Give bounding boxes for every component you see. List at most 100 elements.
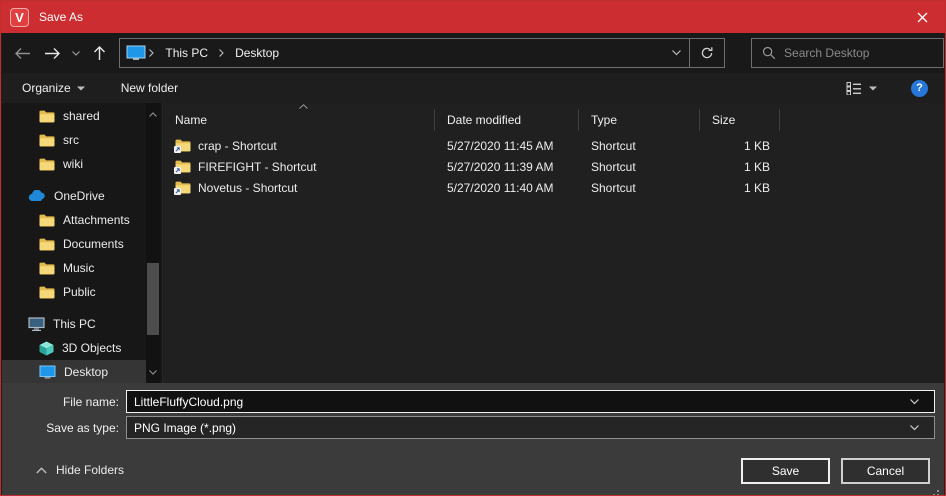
folder-icon [39, 158, 55, 171]
sidebar-item-label: shared [63, 109, 100, 123]
file-list: Name Date modified Type Size crap - Shor… [162, 103, 944, 383]
scrollbar-thumb[interactable] [147, 263, 159, 335]
column-header-type[interactable]: Type [579, 109, 700, 131]
folder-shortcut-icon [175, 181, 191, 194]
sidebar-item-label: Music [63, 261, 94, 275]
file-name-label: File name: [2, 395, 126, 409]
breadcrumb-this-pc[interactable]: This PC [161, 46, 212, 60]
folder-icon [39, 110, 55, 123]
hide-folders-label: Hide Folders [56, 463, 124, 477]
scroll-up-icon[interactable] [146, 107, 160, 121]
sidebar-item-this-pc[interactable]: This PC [2, 312, 148, 336]
resize-grip[interactable] [937, 490, 939, 492]
chevron-down-icon [672, 50, 681, 56]
save-button[interactable]: Save [741, 458, 830, 484]
cancel-button[interactable]: Cancel [841, 458, 930, 484]
sort-ascending-icon [299, 104, 308, 109]
file-date-modified: 5/27/2020 11:39 AM [435, 160, 579, 174]
details-view-icon [846, 82, 862, 95]
help-button[interactable]: ? [911, 80, 928, 97]
sidebar-item-desktop[interactable]: Desktop [2, 360, 148, 383]
sidebar-item-music[interactable]: Music [2, 256, 148, 280]
vivaldi-app-icon: V [10, 8, 29, 27]
file-row[interactable]: Novetus - Shortcut 5/27/2020 11:40 AM Sh… [163, 177, 944, 198]
search-input[interactable] [784, 46, 934, 60]
file-row[interactable]: FIREFIGHT - Shortcut 5/27/2020 11:39 AM … [163, 156, 944, 177]
sidebar-item-label: Desktop [64, 365, 108, 379]
desktop-location-icon [126, 45, 146, 61]
address-bar[interactable]: This PC Desktop [119, 38, 725, 68]
sidebar-item-src[interactable]: src [2, 128, 148, 152]
sidebar-item-label: Public [63, 285, 96, 299]
new-folder-button[interactable]: New folder [111, 73, 188, 103]
sidebar-item-wiki[interactable]: wiki [2, 152, 148, 176]
scroll-down-icon[interactable] [146, 365, 160, 379]
save-as-type-value: PNG Image (*.png) [134, 421, 236, 435]
save-as-type-select[interactable]: PNG Image (*.png) [126, 416, 935, 439]
window-title: Save As [39, 10, 83, 24]
save-as-type-label: Save as type: [2, 421, 126, 435]
command-toolbar: Organize New folder [2, 73, 944, 103]
file-name: crap - Shortcut [198, 139, 277, 153]
file-name: FIREFIGHT - Shortcut [198, 160, 316, 174]
sidebar-item-label: 3D Objects [62, 341, 121, 355]
search-icon [762, 46, 776, 60]
folder-icon [39, 238, 55, 251]
column-header-size[interactable]: Size [700, 109, 780, 131]
save-as-dialog: V Save As [0, 0, 946, 496]
file-size: 1 KB [700, 139, 780, 153]
titlebar: V Save As [1, 1, 945, 33]
sidebar-item-label: src [63, 133, 79, 147]
folder-icon [39, 134, 55, 147]
search-box[interactable] [751, 38, 944, 68]
file-row[interactable]: crap - Shortcut 5/27/2020 11:45 AM Short… [163, 135, 944, 156]
breadcrumb-desktop[interactable]: Desktop [231, 46, 283, 60]
sidebar-item-onedrive[interactable]: OneDrive [2, 184, 148, 208]
navigation-pane: shared src wiki OneDrive [2, 103, 162, 383]
file-type: Shortcut [579, 181, 700, 195]
recent-locations-button[interactable] [68, 38, 84, 68]
folder-shortcut-icon [175, 160, 191, 173]
chevron-up-icon [36, 467, 47, 474]
up-button[interactable] [84, 38, 116, 68]
dropdown-arrow-icon [77, 86, 85, 91]
organize-button[interactable]: Organize [12, 73, 95, 103]
sidebar-item-documents[interactable]: Documents [2, 232, 148, 256]
column-header-name[interactable]: Name [163, 109, 435, 131]
column-header-date-modified[interactable]: Date modified [435, 109, 579, 131]
sidebar-item-shared[interactable]: shared [2, 104, 148, 128]
sidebar-item-label: Documents [63, 237, 124, 251]
file-date-modified: 5/27/2020 11:45 AM [435, 139, 579, 153]
folder-shortcut-icon [175, 139, 191, 152]
arrow-up-icon [93, 45, 106, 61]
breadcrumb-separator-icon [146, 49, 157, 57]
sidebar-item-3d-objects[interactable]: 3D Objects [2, 336, 148, 360]
file-size: 1 KB [700, 160, 780, 174]
refresh-button[interactable] [690, 39, 724, 67]
sidebar-item-label: Attachments [63, 213, 130, 227]
arrow-right-icon [44, 47, 61, 60]
hide-folders-button[interactable]: Hide Folders [36, 463, 124, 477]
sidebar-item-attachments[interactable]: Attachments [2, 208, 148, 232]
forward-button[interactable] [38, 38, 68, 68]
refresh-icon [700, 46, 714, 60]
organize-label: Organize [22, 81, 71, 95]
file-date-modified: 5/27/2020 11:40 AM [435, 181, 579, 195]
main-area: shared src wiki OneDrive [2, 103, 944, 383]
sidebar-scrollbar[interactable] [146, 103, 160, 383]
new-folder-label: New folder [121, 81, 178, 95]
dropdown-arrow-icon [869, 86, 877, 91]
change-view-button[interactable] [840, 82, 883, 95]
address-dropdown-button[interactable] [663, 39, 689, 67]
file-type: Shortcut [579, 160, 700, 174]
file-type: Shortcut [579, 139, 700, 153]
sidebar-item-public[interactable]: Public [2, 280, 148, 304]
file-name-input[interactable] [126, 390, 935, 413]
back-button[interactable] [8, 38, 38, 68]
folder-icon [39, 214, 55, 227]
close-button[interactable] [899, 1, 945, 33]
chevron-down-icon [72, 51, 80, 56]
bottom-panel: File name: Save as type: PNG Image (*.pn… [2, 383, 944, 496]
column-headers: Name Date modified Type Size [163, 105, 944, 135]
3d-cube-icon [39, 341, 54, 356]
